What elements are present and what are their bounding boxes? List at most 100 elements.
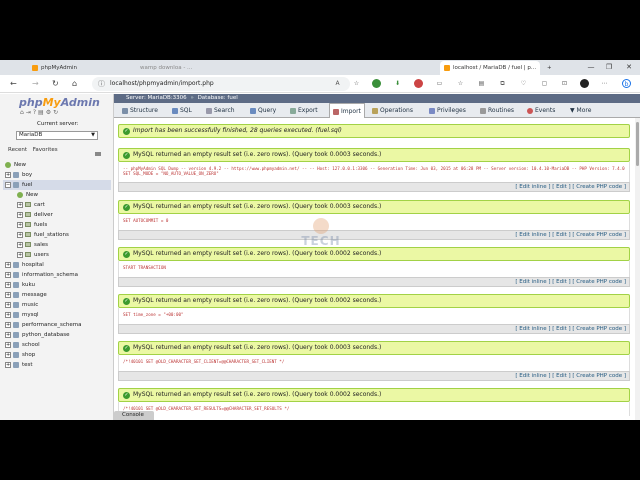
new-item[interactable]: New bbox=[3, 160, 111, 170]
phpmyadmin-logo[interactable]: phpMyAdmin bbox=[19, 96, 100, 109]
query-actions-links[interactable]: [ Edit inline ] [ Edit ] [ Create PHP co… bbox=[515, 326, 626, 332]
expand-icon[interactable]: + bbox=[17, 211, 23, 218]
home-icon[interactable]: ⌂ bbox=[72, 78, 77, 90]
menu-routines[interactable]: Routines bbox=[480, 103, 514, 118]
sql-query-box[interactable]: /*!40101 SET @OLD_CHARACTER_SET_CLIENT=@… bbox=[118, 355, 630, 371]
menu-events[interactable]: Events bbox=[527, 103, 555, 118]
menu-structure[interactable]: Structure bbox=[122, 103, 158, 118]
database-item[interactable]: + hospital bbox=[3, 260, 111, 270]
favorites-icon[interactable]: ☆ bbox=[456, 79, 465, 88]
table-item[interactable]: + deliver bbox=[3, 210, 111, 220]
download-icon[interactable]: ⬇ bbox=[393, 79, 402, 88]
database-item[interactable]: + music bbox=[3, 300, 111, 310]
table-item[interactable]: + cart bbox=[3, 200, 111, 210]
sql-query-box[interactable]: /*!40101 SET @OLD_CHARACTER_SET_RESULTS=… bbox=[118, 402, 630, 416]
database-item[interactable]: − fuel bbox=[3, 180, 111, 190]
sql-query-box[interactable]: SET AUTOCOMMIT = 0 bbox=[118, 214, 630, 230]
query-actions-links[interactable]: [ Edit inline ] [ Edit ] [ Create PHP co… bbox=[515, 184, 626, 190]
database-item[interactable]: + kuku bbox=[3, 280, 111, 290]
query-actions-links[interactable]: [ Edit inline ] [ Edit ] [ Create PHP co… bbox=[515, 279, 626, 285]
menu-search[interactable]: Search bbox=[206, 103, 235, 118]
table-item[interactable]: + users bbox=[3, 250, 111, 260]
expand-icon[interactable]: + bbox=[5, 351, 11, 358]
console-toggle[interactable]: Console bbox=[114, 411, 154, 420]
maximize-button[interactable]: ❐ bbox=[600, 60, 618, 75]
menu-import[interactable]: Import bbox=[329, 103, 365, 118]
wallet-icon[interactable]: ▢ bbox=[540, 79, 549, 88]
collapse-all-icon[interactable] bbox=[95, 152, 101, 156]
sql-query-box[interactable]: SET time_zone = "+00:00" bbox=[118, 308, 630, 324]
server-select[interactable]: MariaDB ▼ bbox=[16, 131, 98, 140]
database-item[interactable]: + school bbox=[3, 340, 111, 350]
expand-icon[interactable]: + bbox=[17, 231, 23, 238]
database-item[interactable]: + boy bbox=[3, 170, 111, 180]
database-item[interactable]: + message bbox=[3, 290, 111, 300]
expand-icon[interactable]: + bbox=[5, 311, 11, 318]
database-item[interactable]: + test bbox=[3, 360, 111, 370]
expand-icon[interactable]: + bbox=[17, 241, 23, 248]
database-item[interactable]: + python_database bbox=[3, 330, 111, 340]
favorites-tab[interactable]: Favorites bbox=[33, 147, 58, 153]
docs-icon[interactable]: ▤ bbox=[38, 109, 46, 116]
scrollbar-thumb[interactable] bbox=[636, 122, 639, 166]
more-menu-icon[interactable]: ⋯ bbox=[600, 79, 609, 88]
sql-query-box[interactable]: START TRANSACTION bbox=[118, 261, 630, 277]
new-tab-button[interactable]: + bbox=[543, 61, 555, 75]
extension-green-icon[interactable] bbox=[372, 79, 381, 88]
expand-icon[interactable]: + bbox=[5, 341, 11, 348]
expand-icon[interactable]: + bbox=[5, 331, 11, 338]
query-actions-links[interactable]: [ Edit inline ] [ Edit ] [ Create PHP co… bbox=[515, 232, 626, 238]
expand-icon[interactable]: + bbox=[5, 301, 11, 308]
copilot-icon[interactable]: b bbox=[622, 79, 631, 88]
heart-icon[interactable]: ♡ bbox=[519, 79, 528, 88]
table-item[interactable]: + sales bbox=[3, 240, 111, 250]
expand-icon[interactable]: + bbox=[5, 281, 11, 288]
tab-wamp[interactable]: wamp downloa - ... bbox=[136, 61, 236, 75]
sql-query-box[interactable]: -- phpMyAdmin SQL Dump -- version 4.9.2 … bbox=[118, 162, 630, 182]
expand-icon[interactable]: + bbox=[17, 221, 23, 228]
table-item[interactable]: + fuels bbox=[3, 220, 111, 230]
database-item[interactable]: + mysql bbox=[3, 310, 111, 320]
query-actions-bar[interactable]: [ Edit inline ] [ Edit ] [ Create PHP co… bbox=[118, 277, 630, 287]
query-actions-bar[interactable]: [ Edit inline ] [ Edit ] [ Create PHP co… bbox=[118, 324, 630, 334]
main-scrollbar[interactable] bbox=[635, 118, 640, 420]
menu-operations[interactable]: Operations bbox=[372, 103, 413, 118]
database-item[interactable]: + information_schema bbox=[3, 270, 111, 280]
expand-icon[interactable]: + bbox=[17, 201, 23, 208]
breadcrumb-database[interactable]: Database: fuel bbox=[198, 95, 238, 101]
menu-sql[interactable]: SQL bbox=[172, 103, 192, 118]
expand-icon[interactable]: + bbox=[5, 291, 11, 298]
expand-icon[interactable]: + bbox=[17, 251, 23, 258]
extension-red-icon[interactable] bbox=[414, 79, 423, 88]
screenshot-icon[interactable]: ⊡ bbox=[560, 79, 569, 88]
exit-icon[interactable]: ⇥ bbox=[26, 109, 33, 116]
tab-phpmyadmin[interactable]: phpMyAdmin bbox=[28, 61, 132, 75]
collapse-icon[interactable]: − bbox=[5, 181, 11, 188]
info-icon[interactable]: ⓘ bbox=[98, 77, 105, 91]
reload-icon[interactable]: ↻ bbox=[52, 78, 59, 90]
recent-tab[interactable]: Recent bbox=[8, 147, 27, 153]
expand-icon[interactable]: + bbox=[5, 321, 11, 328]
refresh-icon[interactable]: ↻ bbox=[53, 109, 60, 116]
new-item[interactable]: New bbox=[3, 190, 111, 200]
query-actions-bar[interactable]: [ Edit inline ] [ Edit ] [ Create PHP co… bbox=[118, 182, 630, 192]
extensions-icon[interactable]: ⧉ bbox=[498, 79, 507, 88]
query-actions-bar[interactable]: [ Edit inline ] [ Edit ] [ Create PHP co… bbox=[118, 371, 630, 381]
query-actions-links[interactable]: [ Edit inline ] [ Edit ] [ Create PHP co… bbox=[515, 373, 626, 379]
breadcrumb-server[interactable]: Server: MariaDB:3306 bbox=[126, 95, 187, 101]
expand-icon[interactable]: + bbox=[5, 171, 11, 178]
menu-more[interactable]: ▼ More bbox=[570, 103, 591, 118]
back-icon[interactable]: ← bbox=[10, 78, 17, 90]
star-icon[interactable]: ☆ bbox=[352, 79, 361, 88]
settings-icon[interactable]: ⚙ bbox=[46, 109, 53, 116]
menu-query[interactable]: Query bbox=[250, 103, 276, 118]
expand-icon[interactable]: + bbox=[5, 271, 11, 278]
table-item[interactable]: + fuel_stations bbox=[3, 230, 111, 240]
query-actions-bar[interactable]: [ Edit inline ] [ Edit ] [ Create PHP co… bbox=[118, 230, 630, 240]
tab-localhost-fuel[interactable]: localhost / MariaDB / fuel | p... bbox=[440, 61, 540, 75]
close-window-button[interactable]: ✕ bbox=[620, 60, 638, 75]
forward-icon[interactable]: → bbox=[32, 78, 39, 90]
collections-icon[interactable]: ▤ bbox=[477, 79, 486, 88]
minimize-button[interactable]: — bbox=[582, 60, 600, 75]
url-field[interactable]: ⓘ localhost/phpmyadmin/import.php bbox=[92, 77, 350, 91]
